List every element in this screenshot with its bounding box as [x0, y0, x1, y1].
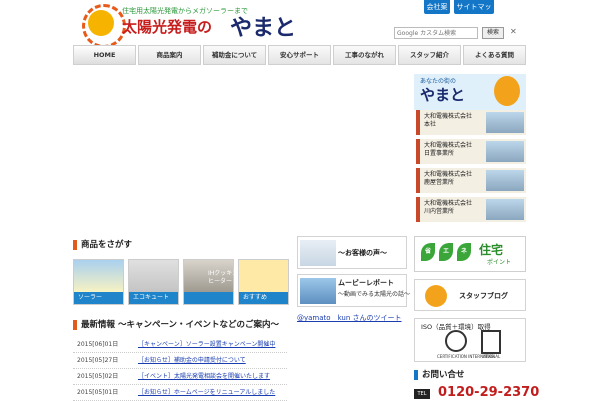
- customer-voice-banner[interactable]: ～お客様の声～: [297, 236, 407, 269]
- news-row: 2015[05]02日 ［イベント］太陽光発電相談会を開催いたします: [73, 369, 287, 385]
- office-hioki[interactable]: 大和電機株式会社 日置事業所: [416, 139, 526, 164]
- news-row: 2015[05]01日 ［お知らせ］ホームページをリニューアルしました: [73, 385, 287, 401]
- ukas-sub: UKAS: [483, 354, 494, 359]
- nav-subsidy[interactable]: 補助金について: [203, 45, 266, 65]
- news-date: 2015[05]27日: [77, 357, 119, 364]
- movie-report-subtitle: ～動画でみる太陽光の話～: [338, 291, 411, 298]
- phone-contact[interactable]: TEL 0120-29-2370: [414, 385, 539, 400]
- customer-voice-label: ～お客様の声～: [338, 249, 387, 257]
- office-photo: [486, 170, 524, 191]
- office-company: 大和電機株式会社: [424, 171, 473, 178]
- news-link[interactable]: ［イベント］太陽光発電相談会を開催いたします: [138, 369, 270, 385]
- eco-house-label: 住宅: [479, 243, 504, 257]
- house-photo: [300, 278, 336, 304]
- staff-blog-banner[interactable]: スタッフブログ: [414, 279, 526, 311]
- product-label: [184, 292, 233, 304]
- nav-products[interactable]: 商品案内: [138, 45, 201, 65]
- office-branch: 鹿屋営業所: [424, 179, 455, 186]
- certification-badge-icon: [445, 330, 467, 352]
- bird-mascot-icon: [425, 285, 447, 307]
- twitter-link[interactable]: @yamato__kun さんのツイート: [297, 313, 402, 323]
- staff-blog-label: スタッフブログ: [459, 292, 508, 300]
- product-label: おすすめ: [239, 292, 288, 304]
- office-photo: [486, 199, 524, 220]
- news-heading: 最新情報 ～キャンペーン・イベントなどのご案内～: [73, 320, 279, 330]
- site-logo[interactable]: 住宅用太陽光発電からメガソーラーまで 太陽光発電の やまと: [78, 4, 296, 48]
- search-button[interactable]: 検索: [482, 27, 504, 39]
- news-row: 2015[06]01日 ［キャンペーン］ソーラー設置キャンペーン開催中: [73, 337, 287, 353]
- product-recommend[interactable]: おすすめ: [238, 259, 289, 305]
- office-kanoya[interactable]: 大和電機株式会社 鹿屋営業所: [416, 168, 526, 193]
- news-row: 2015[05]27日 ［お知らせ］補助金の申請受付について: [73, 353, 287, 369]
- eco-points-banner[interactable]: 省 エ ネ 住宅 ポイント: [414, 236, 526, 272]
- nav-home[interactable]: HOME: [73, 45, 136, 65]
- office-company: 大和電機株式会社: [424, 142, 473, 149]
- logo-main-text: 太陽光発電の: [122, 18, 213, 36]
- product-ecocute[interactable]: エコキュート: [128, 259, 179, 305]
- tel-label: TEL: [414, 389, 430, 399]
- ecocute-image: [129, 260, 178, 292]
- logo-brand: やまと: [230, 16, 297, 41]
- product-solar[interactable]: ソーラー: [73, 259, 124, 305]
- nav-construction-flow[interactable]: 工事のながれ: [333, 45, 396, 65]
- product-label: ソーラー: [74, 292, 123, 304]
- tel-number: 0120-29-2370: [438, 385, 540, 400]
- leaf-icon: 省: [421, 243, 435, 261]
- iso-banner: ISO（品質＋環境）取得 CERTIFICATION INTERNATIONAL…: [414, 318, 526, 362]
- news-list: 2015[06]01日 ［キャンペーン］ソーラー設置キャンペーン開催中 2015…: [73, 337, 287, 401]
- nav-faq[interactable]: よくある質問: [463, 45, 526, 65]
- nav-support[interactable]: 安心サポート: [268, 45, 331, 65]
- search-box: 検索 ✕: [394, 27, 524, 39]
- movie-report-title: ムービーレポート: [338, 279, 394, 287]
- sitemap-link[interactable]: サイトマップ: [454, 0, 494, 25]
- ukas-badge-icon: [481, 330, 501, 354]
- sun-icon: [82, 4, 126, 48]
- news-date: 2015[05]01日: [77, 389, 119, 396]
- leaf-icon: ネ: [457, 243, 471, 261]
- product-list: ソーラー エコキュート IHクッキング ヒーター おすすめ: [73, 259, 289, 305]
- eco-point-label: ポイント: [487, 259, 512, 266]
- product-label: エコキュート: [129, 292, 178, 304]
- office-photo: [486, 141, 524, 162]
- leaf-icon: エ: [439, 243, 453, 261]
- nav-staff[interactable]: スタッフ紹介: [398, 45, 461, 65]
- office-honsha[interactable]: 大和電機株式会社 本社: [416, 110, 526, 135]
- product-ih[interactable]: IHクッキング ヒーター: [183, 259, 244, 305]
- contact-heading: お問い合せ: [414, 370, 465, 380]
- office-photo: [486, 112, 524, 133]
- news-link[interactable]: ［お知らせ］補助金の申請受付について: [138, 353, 246, 369]
- office-sendai[interactable]: 大和電機株式会社 川内営業所: [416, 197, 526, 222]
- customers-photo: [300, 240, 336, 266]
- news-date: 2015[06]01日: [77, 341, 119, 348]
- office-branch: 川内営業所: [424, 208, 455, 215]
- mascot-image: [239, 260, 288, 292]
- office-branch: 本社: [424, 121, 437, 128]
- office-branch: 日置事業所: [424, 150, 455, 157]
- news-link[interactable]: ［キャンペーン］ソーラー設置キャンペーン開催中: [138, 337, 275, 353]
- bird-mascot-icon: [494, 76, 520, 106]
- search-input[interactable]: [394, 27, 478, 39]
- close-icon[interactable]: ✕: [510, 27, 517, 36]
- solar-image: [74, 260, 123, 292]
- mascot-title: やまと: [420, 86, 466, 104]
- office-company: 大和電機株式会社: [424, 113, 473, 120]
- news-link[interactable]: ［お知らせ］ホームページをリニューアルしました: [138, 385, 275, 401]
- global-nav: HOME 商品案内 補助金について 安心サポート 工事のながれ スタッフ紹介 よ…: [73, 45, 526, 65]
- news-date: 2015[05]02日: [77, 373, 119, 380]
- products-heading: 商品をさがす: [73, 240, 132, 250]
- company-info-link[interactable]: 会社案内: [424, 0, 450, 25]
- mascot-banner[interactable]: あなたの街の やまと: [414, 74, 526, 110]
- movie-report-banner[interactable]: ムービーレポート ～動画でみる太陽光の話～: [297, 274, 411, 307]
- office-company: 大和電機株式会社: [424, 200, 473, 207]
